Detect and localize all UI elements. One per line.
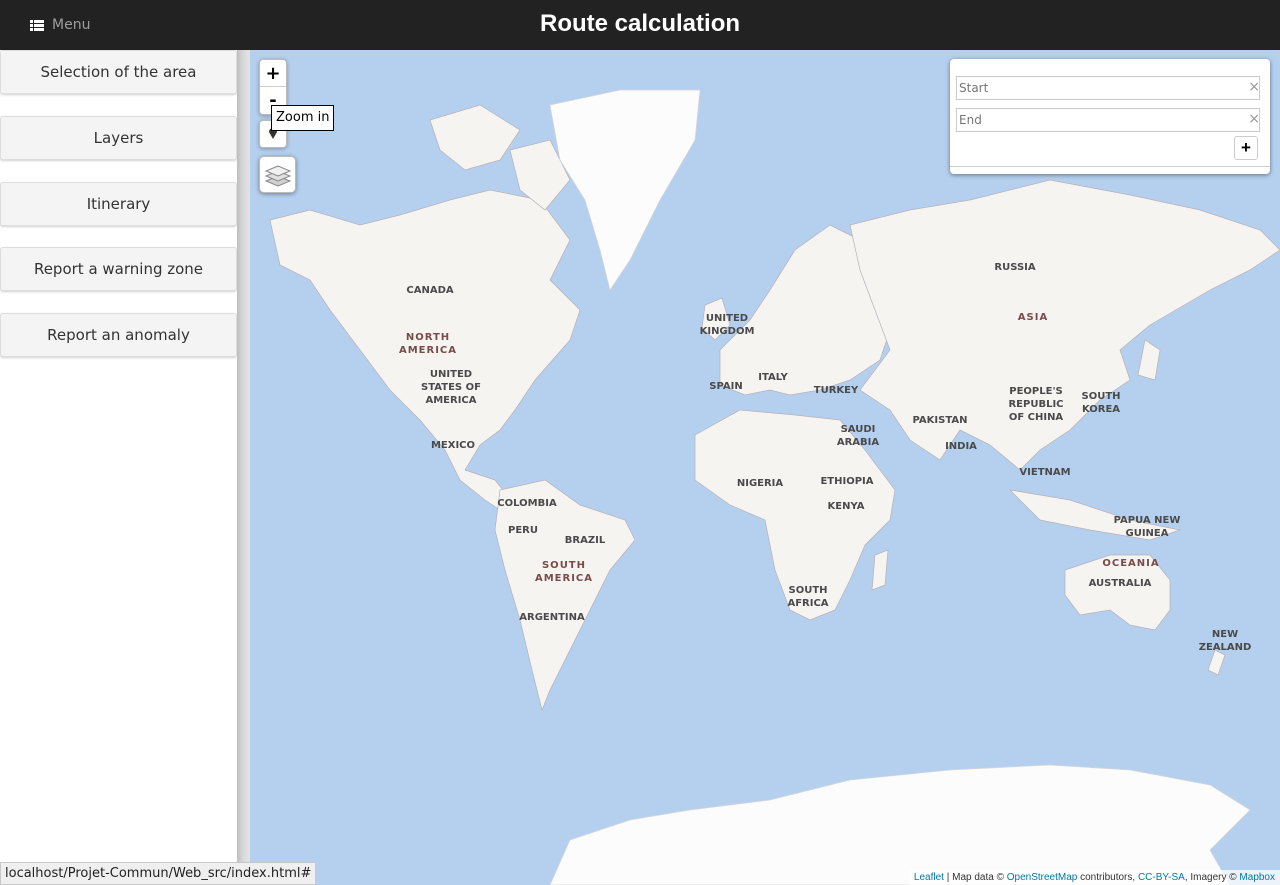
browser-status-url: localhost/Projet-Commun/Web_src/index.ht… bbox=[0, 862, 317, 885]
page-title: Route calculation bbox=[539, 10, 741, 37]
map-label-spain: SPAIN bbox=[709, 381, 743, 392]
map-label-oceania: OCEANIA bbox=[1102, 558, 1160, 569]
map-label-brazil: BRAZIL bbox=[564, 535, 606, 546]
map-label-kenya: KENYA bbox=[827, 501, 865, 512]
map-label-india: INDIA bbox=[945, 441, 977, 452]
map-label-ethiopia: ETHIOPIA bbox=[820, 476, 874, 487]
license-link[interactable]: CC-BY-SA bbox=[1138, 872, 1185, 883]
map-label-australia: AUSTRALIA bbox=[1088, 578, 1152, 589]
map-label-usa: UNITED STATES OF AMERICA bbox=[421, 369, 481, 406]
map-attribution: Leaflet | Map data © OpenStreetMap contr… bbox=[908, 870, 1280, 885]
mapbox-link[interactable]: Mapbox bbox=[1239, 872, 1275, 883]
map-label-argentina: ARGENTINA bbox=[519, 612, 585, 623]
attribution-text-1: | Map data © bbox=[943, 872, 1007, 883]
sidebar-splitter[interactable] bbox=[237, 50, 250, 885]
attribution-text-3: , Imagery © bbox=[1184, 872, 1240, 883]
map-label-peru: PERU bbox=[508, 525, 538, 536]
top-navbar: Menu Route calculation bbox=[0, 0, 1280, 50]
sidebar-item-report-warning-zone[interactable]: Report a warning zone bbox=[0, 247, 237, 291]
japan bbox=[1137, 339, 1161, 381]
map-label-mexico: MEXICO bbox=[430, 440, 476, 451]
end-input[interactable] bbox=[956, 108, 1260, 132]
map-label-nigeria: NIGERIA bbox=[736, 478, 784, 489]
start-input[interactable] bbox=[956, 76, 1260, 100]
sidebar-item-selection-area[interactable]: Selection of the area bbox=[0, 50, 237, 94]
map-label-north-america: NORTH AMERICA bbox=[398, 332, 458, 356]
sidebar: Selection of the area Layers Itinerary R… bbox=[0, 50, 237, 885]
sidebar-item-report-anomaly[interactable]: Report an anomaly bbox=[0, 313, 237, 357]
antarctica-ice bbox=[549, 764, 1251, 885]
map-label-russia: RUSSIA bbox=[994, 262, 1036, 273]
map-label-turkey: TURKEY bbox=[813, 385, 859, 396]
attribution-text-2: contributors, bbox=[1077, 872, 1138, 883]
map-label-colombia: COLOMBIA bbox=[497, 498, 557, 509]
map-label-saudi-arabia: SAUDI ARABIA bbox=[836, 424, 880, 448]
map-label-asia: ASIA bbox=[1017, 312, 1049, 323]
madagascar bbox=[871, 549, 889, 591]
sidebar-item-itinerary[interactable]: Itinerary bbox=[0, 182, 237, 226]
routing-divider bbox=[950, 166, 1270, 167]
map-label-south-korea: SOUTH KOREA bbox=[1081, 391, 1121, 415]
map-label-italy: ITALY bbox=[758, 372, 788, 383]
zoom-in-button[interactable]: + bbox=[260, 60, 286, 87]
world-map-tiles bbox=[269, 89, 1280, 885]
map-label-china: PEOPLE'S REPUBLIC OF CHINA bbox=[1008, 386, 1064, 423]
leaflet-link[interactable]: Leaflet bbox=[914, 872, 944, 883]
map-label-vietnam: VIETNAM bbox=[1019, 467, 1071, 478]
map-label-uk: UNITED KINGDOM bbox=[699, 313, 755, 337]
south-america-landmass bbox=[494, 479, 636, 712]
clear-start-icon[interactable]: × bbox=[1248, 79, 1260, 95]
zoom-in-tooltip: Zoom in bbox=[271, 105, 335, 131]
map-label-canada: CANADA bbox=[406, 285, 454, 296]
openstreetmap-link[interactable]: OpenStreetMap bbox=[1007, 872, 1078, 883]
map-label-pakistan: PAKISTAN bbox=[912, 415, 968, 426]
map-canvas[interactable]: CANADA NORTH AMERICA UNITED STATES OF AM… bbox=[250, 50, 1280, 885]
sidebar-item-layers[interactable]: Layers bbox=[0, 116, 237, 160]
map-label-south-africa: SOUTH AFRICA bbox=[787, 585, 829, 609]
map-label-south-america: SOUTH AMERICA bbox=[534, 560, 594, 584]
greenland-ice bbox=[549, 89, 701, 291]
layers-control-button[interactable] bbox=[259, 156, 296, 193]
arctic-islands bbox=[429, 104, 521, 171]
routing-panel: × × + bbox=[950, 59, 1270, 174]
map-label-papua-new-guinea: PAPUA NEW GUINEA bbox=[1113, 515, 1181, 539]
add-waypoint-button[interactable]: + bbox=[1234, 136, 1258, 160]
map-label-new-zealand: NEW ZEALAND bbox=[1198, 629, 1252, 653]
layers-icon bbox=[264, 164, 291, 187]
clear-end-icon[interactable]: × bbox=[1248, 111, 1260, 127]
